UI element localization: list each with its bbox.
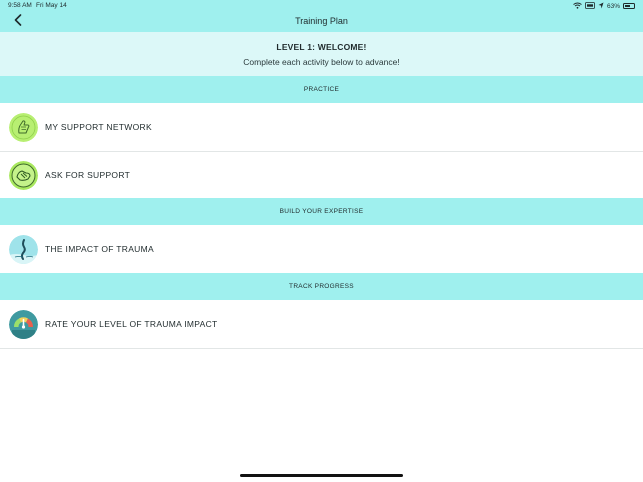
home-indicator[interactable] <box>240 474 403 477</box>
wifi-icon <box>573 2 582 11</box>
battery-fill <box>625 5 631 7</box>
list-item-label: MY SUPPORT NETWORK <box>45 122 152 132</box>
list-item-impact-of-trauma[interactable]: THE IMPACT OF TRAUMA <box>0 226 643 274</box>
status-date: Fri May 14 <box>36 2 67 9</box>
list-item-label: ASK FOR SUPPORT <box>45 170 131 180</box>
battery-icon <box>623 3 635 9</box>
level-header: LEVEL 1: WELCOME! Complete each activity… <box>0 32 643 76</box>
support-network-icon <box>9 113 38 142</box>
battery-percent: 63% <box>606 2 620 10</box>
status-indicators: 63% <box>573 1 635 11</box>
section-header-build-expertise: BUILD YOUR EXPERTISE <box>0 198 643 225</box>
level-title: LEVEL 1: WELCOME! <box>276 42 367 52</box>
list-item-ask-for-support[interactable]: ASK FOR SUPPORT <box>0 152 643 200</box>
trauma-impact-icon <box>9 235 38 264</box>
list-item-label: RATE YOUR LEVEL OF TRAUMA IMPACT <box>45 319 218 329</box>
navigation-bar: Training Plan <box>0 12 643 32</box>
list-item-label: THE IMPACT OF TRAUMA <box>45 244 154 254</box>
vpn-icon <box>585 1 595 11</box>
gauge-icon <box>9 310 38 339</box>
ask-support-icon <box>9 161 38 190</box>
status-bar: 9:58 AM Fri May 14 63% <box>0 0 643 12</box>
list-item-rate-trauma-impact[interactable]: RATE YOUR LEVEL OF TRAUMA IMPACT <box>0 301 643 349</box>
location-icon <box>598 2 604 11</box>
section-header-practice: PRACTICE <box>0 76 643 103</box>
level-subtitle: Complete each activity below to advance! <box>243 57 400 67</box>
page-title: Training Plan <box>295 16 348 26</box>
section-header-track-progress: TRACK PROGRESS <box>0 273 643 300</box>
list-item-my-support-network[interactable]: MY SUPPORT NETWORK <box>0 104 643 152</box>
status-time: 9:58 AM <box>8 2 32 9</box>
